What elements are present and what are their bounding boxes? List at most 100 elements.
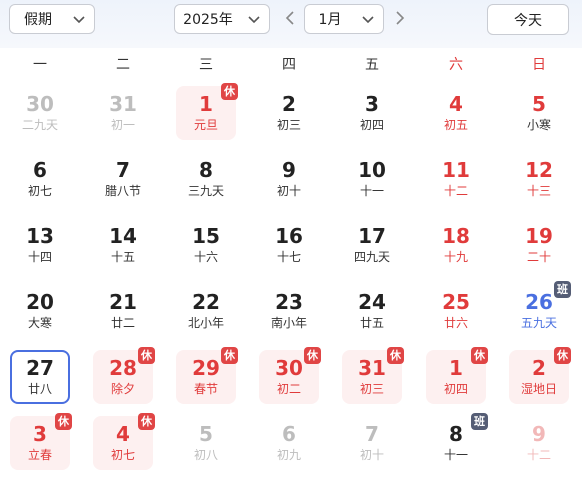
calendar-day[interactable]: 4 初五 [426, 86, 486, 140]
calendar-day[interactable]: 26 五九天班 [509, 281, 571, 338]
calendar-day[interactable]: 16 十七 [259, 218, 319, 272]
calendar-day[interactable]: 3 初四 [342, 86, 402, 140]
calendar-day[interactable]: 8 三九天 [176, 152, 236, 206]
calendar-day-today[interactable]: 27 廿八 [10, 350, 70, 404]
day-number: 17 [358, 224, 386, 248]
lunar-label: 初五 [443, 118, 468, 132]
lunar-label: 除夕 [110, 382, 135, 396]
holiday-select[interactable]: 假期 [9, 4, 95, 34]
calendar-day[interactable]: 24 廿五 [342, 284, 402, 338]
lunar-label: 小寒 [526, 118, 551, 132]
weekday-label: 一 [33, 57, 47, 73]
calendar-day[interactable]: 10 十一 [342, 152, 402, 206]
calendar-day[interactable]: 29 春节休 [176, 347, 238, 404]
lunar-label: 十七 [276, 250, 301, 264]
lunar-label: 初四 [443, 382, 468, 396]
lunar-label: 春节 [193, 382, 218, 396]
calendar-day[interactable]: 2 初三 [259, 86, 319, 140]
day-number: 19 [525, 224, 553, 248]
year-select[interactable]: 2025年 [174, 4, 270, 34]
day-number: 27 [26, 356, 54, 380]
lunar-label: 腊八节 [104, 184, 141, 198]
calendar-day[interactable]: 12 十三 [509, 152, 569, 206]
lunar-label: 北小年 [187, 316, 224, 330]
calendar-day[interactable]: 6 初七 [10, 152, 70, 206]
day-number: 7 [365, 422, 379, 446]
calendar-day[interactable]: 2 湿地日休 [509, 347, 571, 404]
calendar-day[interactable]: 15 十六 [176, 218, 236, 272]
work-day-badge: 班 [554, 281, 571, 298]
lunar-label: 初三 [359, 382, 384, 396]
calendar-day[interactable]: 18 十九 [426, 218, 486, 272]
day-number: 22 [192, 290, 220, 314]
calendar-day[interactable]: 25 廿六 [426, 284, 486, 338]
calendar-day[interactable]: 31 初一 [93, 86, 153, 140]
calendar-day[interactable]: 20 大寒 [10, 284, 70, 338]
calendar-day[interactable]: 17 四九天 [342, 218, 402, 272]
lunar-label: 元旦 [193, 118, 218, 132]
lunar-label: 初七 [110, 448, 135, 462]
day-number: 21 [109, 290, 137, 314]
chevron-down-icon [248, 16, 260, 24]
holiday-select-label: 假期 [24, 12, 52, 28]
lunar-label: 廿六 [443, 316, 468, 330]
rest-day-badge: 休 [471, 347, 488, 364]
calendar-day[interactable]: 21 廿二 [93, 284, 153, 338]
calendar-day[interactable]: 19 二十 [509, 218, 569, 272]
lunar-label: 十三 [526, 184, 551, 198]
calendar-day[interactable]: 8 十一班 [426, 413, 488, 470]
rest-day-badge: 休 [138, 347, 155, 364]
lunar-label: 廿五 [359, 316, 384, 330]
calendar-day[interactable]: 28 除夕休 [93, 347, 155, 404]
lunar-label: 廿八 [27, 382, 52, 396]
calendar-day[interactable]: 7 初十 [342, 416, 402, 470]
rest-day-badge: 休 [55, 413, 72, 430]
chevron-down-icon [362, 16, 374, 24]
calendar-day[interactable]: 1 初四休 [426, 347, 488, 404]
calendar-day[interactable]: 7 腊八节 [93, 152, 153, 206]
today-button[interactable]: 今天 [487, 4, 569, 35]
calendar-day[interactable]: 23 南小年 [259, 284, 319, 338]
weekday-label: 日 [532, 57, 546, 73]
calendar-day[interactable]: 4 初七休 [93, 413, 155, 470]
calendar-day[interactable]: 13 十四 [10, 218, 70, 272]
calendar-day[interactable]: 5 初八 [176, 416, 236, 470]
lunar-label: 初二 [276, 382, 301, 396]
day-number: 2 [282, 92, 296, 116]
calendar-day[interactable]: 30 初二休 [259, 347, 321, 404]
day-number: 3 [365, 92, 379, 116]
prev-month-arrow-icon[interactable] [283, 9, 297, 27]
lunar-label: 初一 [110, 118, 135, 132]
rest-day-badge: 休 [304, 347, 321, 364]
day-number: 9 [282, 158, 296, 182]
lunar-label: 五九天 [520, 316, 557, 330]
calendar-day[interactable]: 5 小寒 [509, 86, 569, 140]
month-select[interactable]: 1月 [304, 4, 384, 34]
calendar-day[interactable]: 1 元旦休 [176, 83, 238, 140]
calendar-day[interactable]: 6 初九 [259, 416, 319, 470]
lunar-label: 初九 [276, 448, 301, 462]
calendar-day[interactable]: 31 初三休 [342, 347, 404, 404]
lunar-label: 南小年 [270, 316, 307, 330]
month-select-label: 1月 [318, 12, 342, 28]
day-number: 16 [275, 224, 303, 248]
calendar-day[interactable]: 3 立春休 [10, 413, 72, 470]
calendar-day[interactable]: 11 十二 [426, 152, 486, 206]
calendar-day[interactable]: 22 北小年 [176, 284, 236, 338]
calendar-day[interactable]: 9 十二 [509, 416, 569, 470]
next-month-arrow-icon[interactable] [393, 9, 407, 27]
calendar-day[interactable]: 30 二九天 [10, 86, 70, 140]
day-number: 5 [532, 92, 546, 116]
weekday-label: 三 [199, 57, 213, 73]
day-number: 9 [532, 422, 546, 446]
day-number: 13 [26, 224, 54, 248]
lunar-label: 十四 [27, 250, 52, 264]
weekday-label: 四 [282, 57, 296, 73]
lunar-label: 十一 [359, 184, 384, 198]
lunar-label: 十九 [443, 250, 468, 264]
day-number: 25 [442, 290, 470, 314]
calendar-day[interactable]: 9 初十 [259, 152, 319, 206]
lunar-label: 大寒 [27, 316, 52, 330]
rest-day-badge: 休 [554, 347, 571, 364]
calendar-day[interactable]: 14 十五 [93, 218, 153, 272]
